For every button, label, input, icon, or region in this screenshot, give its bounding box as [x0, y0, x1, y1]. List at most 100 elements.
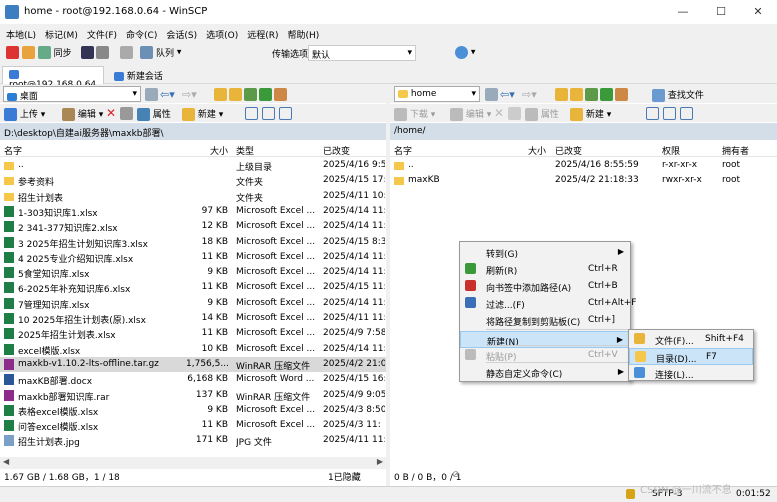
- tab-new-session[interactable]: 新建会话: [108, 66, 169, 84]
- filter-select-icon[interactable]: [279, 107, 292, 120]
- menu-item[interactable]: 连接(L)...: [629, 365, 753, 382]
- table-row[interactable]: 4 2025专业介绍知识库.xlsx 11 KB Microsoft Excel .…: [0, 250, 386, 265]
- table-row[interactable]: 招生计划表 文件夹 2025/4/11 10:: [0, 189, 386, 204]
- col-name[interactable]: 名字: [4, 144, 22, 157]
- menu-item[interactable]: 静态自定义命令(C) ▶: [460, 364, 630, 381]
- menu-remote[interactable]: 远程(R): [241, 25, 281, 41]
- transfer-options-select[interactable]: 默认 ▾: [308, 45, 416, 61]
- menu-item[interactable]: 文件(F)... Shift+F4: [629, 331, 753, 348]
- remote-dir-select[interactable]: home ▾: [394, 86, 480, 102]
- menu-options[interactable]: 选项(O): [200, 25, 241, 41]
- local-path[interactable]: D:\desktop\自建ai服务器\maxkb部署\: [0, 123, 386, 140]
- back-icon[interactable]: ⇦▾: [160, 88, 175, 101]
- tree-icon[interactable]: [615, 88, 628, 101]
- forward-icon[interactable]: ⇨▾: [522, 88, 537, 101]
- table-row[interactable]: maxkb-v1.10.2-lts-offline.tar.gz 1,756,5.…: [0, 356, 386, 373]
- menu-item[interactable]: 刷新(R) Ctrl+R: [460, 261, 630, 278]
- table-row[interactable]: 2 341-377知识库2.xlsx 12 KB Microsoft Excel .…: [0, 219, 386, 234]
- table-row[interactable]: maxkb部署知识库.rar 137 KB WinRAR 压缩文件 2025/4/9 …: [0, 388, 386, 403]
- new-button[interactable]: 新建 ▾: [570, 107, 611, 121]
- gear-icon[interactable]: [120, 46, 134, 59]
- putty-icon[interactable]: [96, 46, 110, 59]
- menu-command[interactable]: 命令(C): [120, 25, 160, 41]
- edit-button[interactable]: 编辑 ▾: [62, 107, 103, 121]
- upload-button[interactable]: 上传 ▾: [4, 107, 45, 121]
- properties-button[interactable]: 属性: [137, 107, 171, 121]
- rename-icon[interactable]: [508, 107, 521, 120]
- menu-help[interactable]: 帮助(H): [282, 25, 323, 41]
- refresh-icon[interactable]: [259, 88, 272, 101]
- menu-item[interactable]: 目录(D)... F7: [629, 348, 753, 365]
- select-all-icon[interactable]: [646, 107, 659, 120]
- table-row[interactable]: 2025年招生计划表.xlsx 11 KB Microsoft Excel ... 2…: [0, 326, 386, 341]
- deselect-icon[interactable]: [262, 107, 275, 120]
- download-button[interactable]: 下载 ▾: [394, 107, 435, 121]
- menu-session[interactable]: 会话(S): [160, 25, 200, 41]
- local-horizontal-scrollbar[interactable]: ◀ ▶: [0, 457, 386, 469]
- table-row[interactable]: 6-2025年补充知识库6.xlsx 11 KB Microsoft Excel .…: [0, 280, 386, 295]
- parent-dir-icon[interactable]: [555, 88, 568, 101]
- filter-icon[interactable]: [145, 88, 158, 101]
- delete-icon[interactable]: ✕: [106, 106, 116, 120]
- select-all-icon[interactable]: [245, 107, 258, 120]
- minimize-button[interactable]: —: [664, 0, 702, 24]
- table-row[interactable]: .. 2025/4/16 8:55:59 r-xr-xr-x root: [390, 158, 777, 173]
- col-owner[interactable]: 拥有者: [722, 144, 749, 157]
- table-row[interactable]: maxKB部署.docx 6,168 KB Microsoft Word ... 20…: [0, 372, 386, 387]
- table-row[interactable]: 招生计划表.jpg 171 KB JPG 文件 2025/4/11 11:: [0, 433, 386, 448]
- tab-current-session[interactable]: root@192.168.0.64: [2, 66, 104, 90]
- root-dir-icon[interactable]: [229, 88, 242, 101]
- remote-path[interactable]: /home/: [390, 123, 777, 140]
- properties-button[interactable]: 属性: [525, 107, 559, 121]
- menu-local[interactable]: 本地(L): [0, 25, 39, 41]
- table-row[interactable]: 5食堂知识库.xlsx 9 KB Microsoft Excel ... 2025/4…: [0, 265, 386, 280]
- close-button[interactable]: ✕: [739, 0, 777, 24]
- home-icon[interactable]: [244, 88, 257, 101]
- menu-file[interactable]: 文件(F): [81, 25, 120, 41]
- filter-select-icon[interactable]: [680, 107, 693, 120]
- compare-icon[interactable]: [6, 46, 19, 59]
- maximize-button[interactable]: ☐: [702, 0, 740, 24]
- table-row[interactable]: 参考资料 文件夹 2025/4/15 17:: [0, 173, 386, 188]
- menu-mark[interactable]: 标记(M): [39, 25, 81, 41]
- table-row[interactable]: .. 上级目录 2025/4/16 9:5: [0, 158, 386, 173]
- col-rights[interactable]: 权限: [662, 144, 680, 157]
- table-row[interactable]: excel模版.xlsx 10 KB Microsoft Excel ... 2025…: [0, 342, 386, 357]
- table-row[interactable]: 1-303知识库1.xlsx 97 KB Microsoft Excel ... 20…: [0, 204, 386, 219]
- menu-item[interactable]: 过滤...(F) Ctrl+Alt+F: [460, 295, 636, 312]
- col-size[interactable]: 大小: [528, 144, 546, 157]
- menu-item[interactable]: 向书签中添加路径(A) Ctrl+B: [460, 278, 630, 295]
- col-name[interactable]: 名字: [394, 144, 412, 157]
- table-row[interactable]: 10 2025年招生计划表(原).xlsx 14 KB Microsoft Exce…: [0, 311, 386, 326]
- col-changed[interactable]: 已改变: [555, 144, 582, 157]
- console-icon[interactable]: [80, 46, 94, 59]
- table-row[interactable]: maxKB 2025/4/2 21:18:33 rwxr-xr-x root: [390, 173, 777, 188]
- edit-button[interactable]: 编辑 ▾: [450, 107, 491, 121]
- back-icon[interactable]: ⇦▾: [500, 88, 515, 101]
- col-size[interactable]: 大小: [210, 144, 228, 157]
- tree-icon[interactable]: [274, 88, 287, 101]
- col-changed[interactable]: 已改变: [323, 144, 350, 157]
- table-row[interactable]: 7管理知识库.xlsx 9 KB Microsoft Excel ... 2025/4…: [0, 296, 386, 311]
- local-drive-select[interactable]: 桌面 ▾: [3, 86, 141, 102]
- queue-button[interactable]: 队列: [156, 49, 174, 59]
- home-icon[interactable]: [585, 88, 598, 101]
- menu-item[interactable]: 转到(G) ▶: [460, 244, 630, 261]
- sync-browse-icon[interactable]: [21, 46, 35, 59]
- rename-icon[interactable]: [120, 107, 133, 120]
- table-row[interactable]: 表格excel模版.xlsx 9 KB Microsoft Excel ... 202…: [0, 403, 386, 418]
- new-button[interactable]: 新建 ▾: [182, 107, 223, 121]
- col-type[interactable]: 类型: [236, 144, 254, 157]
- delete-icon[interactable]: ✕: [494, 106, 504, 120]
- root-dir-icon[interactable]: [570, 88, 583, 101]
- forward-icon[interactable]: ⇨▾: [182, 88, 197, 101]
- filter-icon[interactable]: [485, 88, 498, 101]
- deselect-icon[interactable]: [663, 107, 676, 120]
- find-files-button[interactable]: 查找文件: [652, 88, 704, 102]
- refresh-icon[interactable]: [600, 88, 613, 101]
- globe-icon[interactable]: [455, 46, 468, 59]
- table-row[interactable]: 问答excel模版.xlsx 11 KB Microsoft Excel ... 20…: [0, 418, 386, 433]
- table-row[interactable]: 3 2025年招生计划知识库3.xlsx 18 KB Microsoft Excel…: [0, 235, 386, 250]
- parent-dir-icon[interactable]: [214, 88, 227, 101]
- menu-item[interactable]: 将路径复制到剪贴板(C) Ctrl+]: [460, 312, 630, 329]
